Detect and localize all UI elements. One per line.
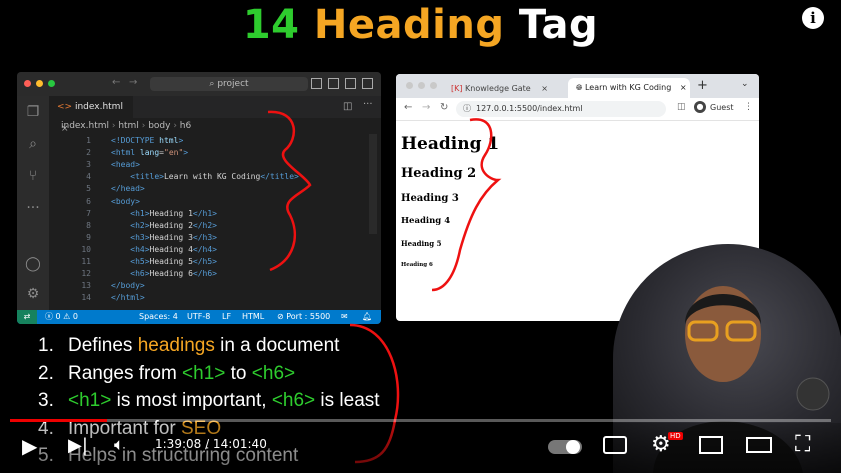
volume-icon[interactable]: 🔈︎ [114, 435, 124, 455]
brace-annotation [267, 110, 312, 272]
hd-badge: HD [668, 432, 683, 440]
autoplay-toggle[interactable] [548, 440, 582, 454]
progress-bar[interactable] [10, 419, 831, 422]
theater-mode-icon[interactable] [746, 437, 772, 453]
list-item: 2. Ranges from <h1> to <h6> [38, 362, 296, 384]
subtitles-icon[interactable] [603, 436, 627, 454]
list-item: 1. Defines headings in a document [38, 335, 340, 356]
list-item: 3. <h1> is most important, <h6> is least [38, 390, 380, 411]
time-display: 1:39:08 / 14:01:40 [155, 437, 267, 451]
progress-played [10, 419, 107, 422]
next-icon[interactable]: ▶︎| [68, 435, 88, 456]
toggle-knob [566, 440, 580, 454]
heading-size-annotation [431, 118, 502, 292]
fullscreen-icon[interactable]: ⛶ [795, 432, 810, 457]
miniplayer-icon[interactable] [699, 436, 723, 454]
play-icon[interactable]: ▶ [22, 434, 37, 458]
